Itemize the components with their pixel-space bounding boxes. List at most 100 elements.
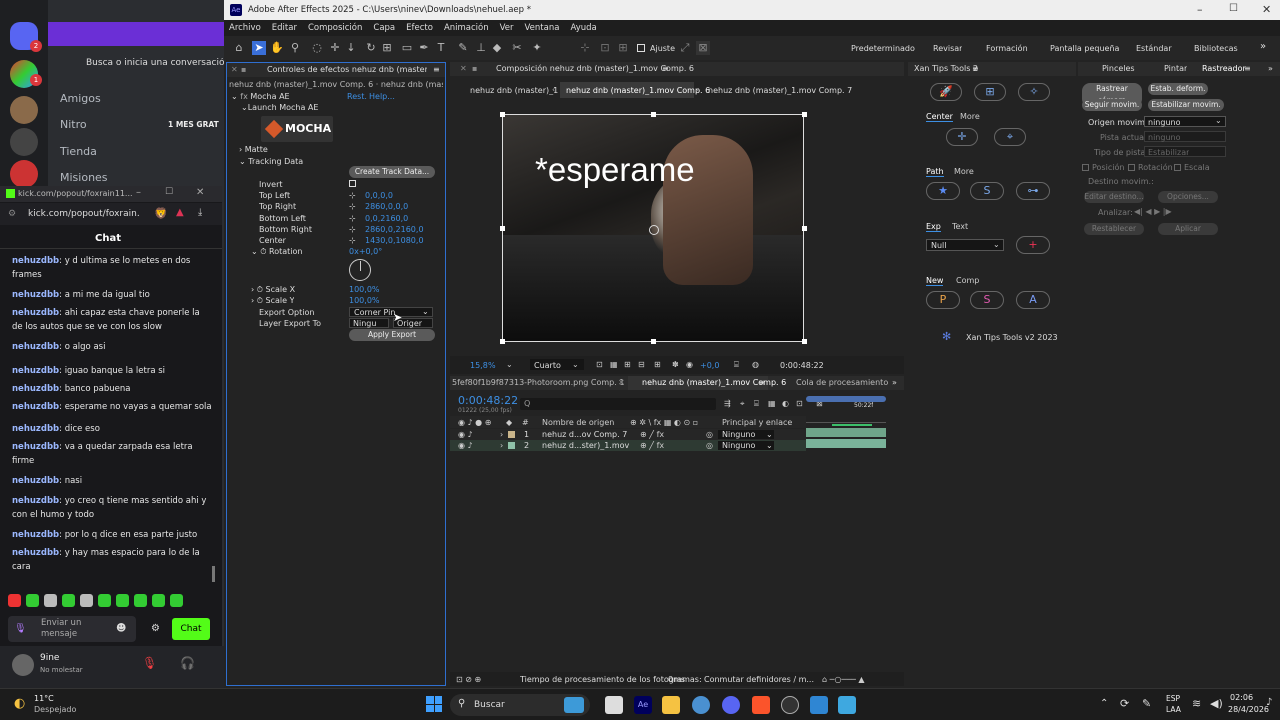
xan-a-button[interactable]: A bbox=[1016, 291, 1050, 309]
axis-icon[interactable]: ⊹ bbox=[578, 41, 592, 55]
layer-bar[interactable] bbox=[806, 428, 886, 437]
xan-null-select[interactable]: Null ⌄ bbox=[926, 239, 1004, 251]
emote-icon[interactable] bbox=[116, 594, 129, 607]
chevron-up-icon[interactable]: ⌃ bbox=[1100, 698, 1108, 709]
generic-app-icon[interactable] bbox=[838, 696, 856, 714]
maximize-icon[interactable]: ☐ bbox=[1229, 3, 1238, 14]
close-icon[interactable]: ✕ bbox=[460, 64, 467, 73]
chat-username[interactable]: nehuzdbb bbox=[12, 530, 59, 540]
anchor-tool-icon[interactable]: ⊞ bbox=[380, 41, 394, 55]
frame-blend-icon[interactable]: ▦ bbox=[768, 399, 776, 408]
chat-input[interactable]: 🎙 Enviar un mensaje ☻ bbox=[8, 616, 136, 642]
xan-rocket-icon[interactable]: 🚀 bbox=[930, 83, 962, 101]
label-color-swatch[interactable] bbox=[508, 442, 515, 449]
crumb-comp-7[interactable]: nehuz dnb (master)_1.mov Comp. 7 bbox=[708, 86, 852, 95]
visibility-icon[interactable]: ◉ ♪ bbox=[458, 441, 473, 450]
settings-app-icon[interactable] bbox=[692, 696, 710, 714]
snap-grid-icon[interactable]: ⊠ bbox=[696, 41, 710, 55]
discord-search[interactable]: Busca o inicia una conversación bbox=[86, 58, 230, 68]
layer-handle[interactable] bbox=[500, 112, 505, 117]
scale-x-value[interactable]: 100,0% bbox=[349, 285, 380, 294]
expand-icon[interactable]: › bbox=[500, 441, 503, 450]
obs-app-icon[interactable] bbox=[781, 696, 799, 714]
apply-export-button[interactable]: Apply Export bbox=[349, 329, 435, 341]
xan-star-icon[interactable]: ★ bbox=[926, 182, 960, 200]
effects-tab[interactable]: ✕ ▪ Controles de efectos nehuz dnb (mast… bbox=[227, 63, 445, 77]
layer-switches[interactable]: ⊕ ╱ fx bbox=[640, 430, 664, 439]
menu-editar[interactable]: Editar bbox=[272, 23, 297, 33]
emoji-icon[interactable]: ☻ bbox=[116, 623, 126, 634]
brave-app-icon[interactable] bbox=[752, 696, 770, 714]
menu-ayuda[interactable]: Ayuda bbox=[570, 23, 596, 33]
mute-icon[interactable]: 🎙 bbox=[142, 656, 157, 670]
position-point-icon[interactable]: ⊹ bbox=[349, 214, 356, 223]
chat-username[interactable]: nehuzdbb bbox=[12, 290, 59, 300]
transparency-icon[interactable]: ▦ bbox=[610, 360, 618, 369]
timeline-track-area[interactable]: 50:22f bbox=[806, 396, 904, 448]
settings-icon[interactable]: ⚙ bbox=[8, 209, 16, 219]
tab-rastreador[interactable]: Rastreador bbox=[1202, 64, 1246, 73]
layer-name[interactable]: nehuz d...ster)_1.mov bbox=[542, 441, 629, 450]
layer-handle[interactable] bbox=[651, 339, 656, 344]
close-icon[interactable]: ✕ bbox=[196, 187, 204, 198]
download-icon[interactable]: ⤓ bbox=[198, 207, 202, 218]
toggle-switches-button[interactable]: Conmutar definidores / m... bbox=[704, 675, 814, 684]
panel-menu-icon[interactable]: ≡ bbox=[972, 64, 979, 73]
explorer-icon[interactable] bbox=[662, 696, 680, 714]
lang-1[interactable]: ESP bbox=[1166, 694, 1180, 703]
lock-icon[interactable]: ▪ bbox=[472, 64, 477, 73]
puppet-tool-icon[interactable]: ✦ bbox=[530, 41, 544, 55]
xan-new-tab[interactable]: New bbox=[926, 276, 944, 286]
xan-center-tab[interactable]: Center bbox=[926, 112, 953, 122]
tab-pintar[interactable]: Pintar bbox=[1164, 64, 1187, 73]
xan-add-icon[interactable]: + bbox=[1016, 236, 1050, 254]
menu-archivo[interactable]: Archivo bbox=[229, 23, 261, 33]
effect-param-value[interactable]: 0,0,0,0 bbox=[365, 191, 393, 200]
guides-icon[interactable]: ⊟ bbox=[638, 360, 645, 369]
hand-tool-icon[interactable]: ✋ bbox=[270, 41, 284, 55]
xan-exp-tab[interactable]: Exp bbox=[926, 222, 941, 232]
comp-viewer[interactable]: *esperame bbox=[502, 114, 804, 342]
more-icon[interactable]: » bbox=[1268, 64, 1273, 73]
scale-y-value[interactable]: 100,0% bbox=[349, 296, 380, 305]
zoom-tool-icon[interactable]: ⚲ bbox=[288, 41, 302, 55]
export-option-select[interactable]: Corner Pin ⌄ bbox=[349, 307, 433, 317]
menu-ver[interactable]: Ver bbox=[500, 23, 514, 33]
clock-date[interactable]: 28/4/2026 bbox=[1228, 705, 1269, 714]
position-point-icon[interactable]: ⊹ bbox=[349, 236, 356, 245]
timeline-tab-comp-1[interactable]: 5fef80f1b9f87313-Photoroom.png Comp. 1 bbox=[452, 378, 624, 387]
layer-handle[interactable] bbox=[500, 226, 505, 231]
effect-param-value[interactable]: 0,0,2160,0 bbox=[365, 214, 408, 223]
more-workspaces-icon[interactable]: » bbox=[1260, 41, 1266, 52]
roto-tool-icon[interactable]: ✂ bbox=[510, 41, 524, 55]
snap-checkbox[interactable] bbox=[637, 44, 645, 52]
workspace-pantalla-pequena[interactable]: Pantalla pequeña bbox=[1050, 44, 1119, 53]
mocha-launch-button[interactable]: MOCHA bbox=[261, 116, 333, 142]
menu-animacion[interactable]: Animación bbox=[444, 23, 489, 33]
emote-icon[interactable] bbox=[44, 594, 57, 607]
clock-time[interactable]: 02:06 bbox=[1230, 693, 1253, 702]
xan-shapes-icon[interactable]: ⊞ bbox=[974, 83, 1006, 101]
close-icon[interactable]: ✕ bbox=[618, 378, 625, 387]
workspace-predeterminado[interactable]: Predeterminado bbox=[851, 44, 915, 53]
chat-username[interactable]: nehuzdbb bbox=[12, 384, 59, 394]
brave-icon[interactable]: 🦁 bbox=[154, 207, 168, 220]
rotate-tool-icon[interactable]: ↻ bbox=[364, 41, 378, 55]
server-icon[interactable] bbox=[10, 160, 38, 188]
anchor-point-icon[interactable] bbox=[649, 225, 659, 235]
emote-icon[interactable] bbox=[152, 594, 165, 607]
photos-app-icon[interactable] bbox=[810, 696, 828, 714]
layer-export-select-1[interactable]: Ningu bbox=[349, 318, 389, 328]
xan-comp-tab[interactable]: Comp bbox=[956, 276, 979, 285]
xan-center-icon[interactable]: ✛ bbox=[946, 128, 978, 146]
snapshot-icon[interactable]: ⌸ bbox=[734, 360, 739, 370]
comp-overlay-text[interactable]: *esperame bbox=[535, 151, 695, 189]
discord-app-icon[interactable] bbox=[722, 696, 740, 714]
region-icon[interactable]: ⊡ bbox=[596, 360, 603, 369]
workspace-bibliotecas[interactable]: Bibliotecas bbox=[1194, 44, 1238, 53]
chat-username[interactable]: nehuzdbb bbox=[12, 402, 59, 412]
timeline-search[interactable]: Q bbox=[520, 398, 716, 410]
workspace-formacion[interactable]: Formación bbox=[986, 44, 1028, 53]
nav-misiones[interactable]: Misiones bbox=[60, 171, 108, 184]
zoom-value[interactable]: 15,8 bbox=[470, 361, 488, 370]
